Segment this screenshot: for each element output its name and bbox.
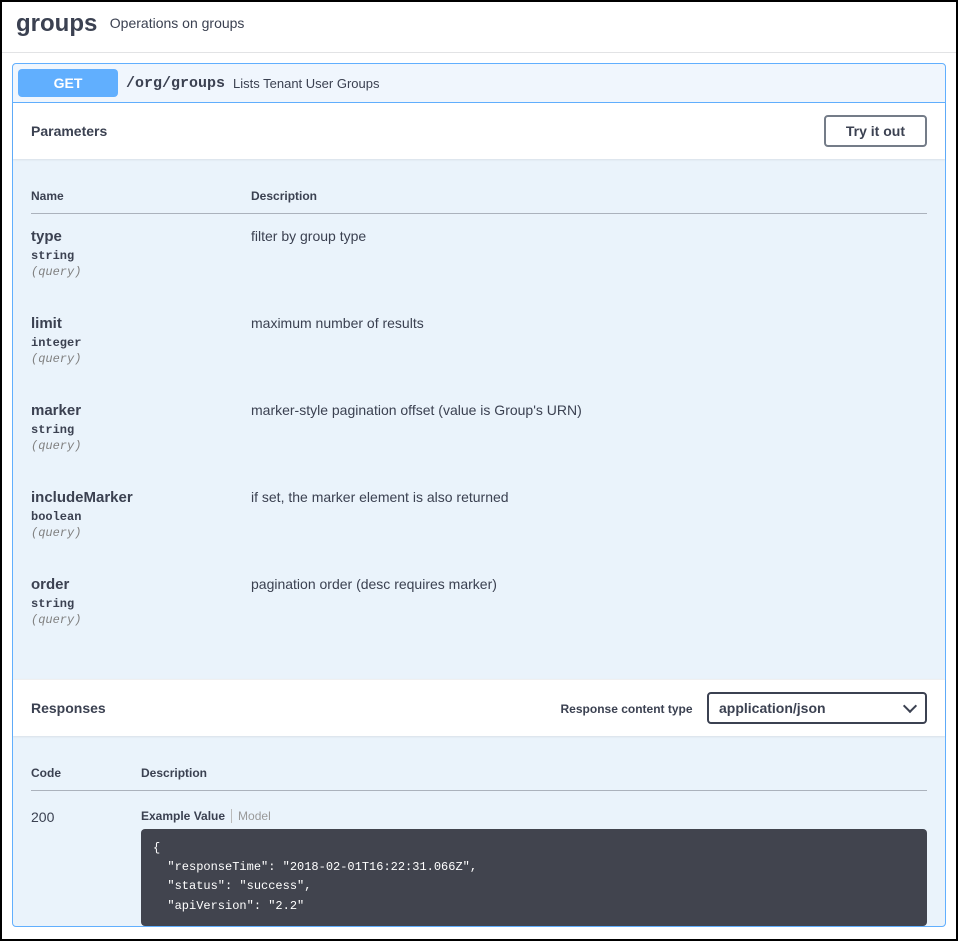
parameters-heading: Parameters [31, 123, 107, 139]
param-description: marker-style pagination offset (value is… [251, 388, 927, 475]
operation-summary: Lists Tenant User Groups [233, 76, 379, 91]
param-name: includeMarker [31, 489, 251, 506]
table-row: type string (query)filter by group type [31, 214, 927, 302]
param-in: (query) [31, 613, 251, 627]
param-type: boolean [31, 510, 251, 524]
param-in: (query) [31, 352, 251, 366]
param-in: (query) [31, 439, 251, 453]
param-name: type [31, 228, 251, 245]
operation-block: GET /org/groups Lists Tenant User Groups… [12, 63, 946, 927]
responses-table: Code Description 200Example ValueModel { … [31, 756, 927, 926]
tag-description: Operations on groups [110, 15, 245, 31]
responses-heading: Responses [31, 700, 106, 716]
param-name: limit [31, 315, 251, 332]
param-type: string [31, 597, 251, 611]
tag-header[interactable]: groups Operations on groups [2, 2, 956, 53]
table-row: 200Example ValueModel { "responseTime": "… [31, 791, 927, 926]
example-value-code: { "responseTime": "2018-02-01T16:22:31.0… [141, 829, 927, 926]
col-name: Name [31, 179, 251, 214]
operation-summary-row[interactable]: GET /org/groups Lists Tenant User Groups [13, 64, 945, 103]
table-row: marker string (query)marker-style paginati… [31, 388, 927, 475]
col-code: Code [31, 756, 141, 791]
param-type: integer [31, 336, 251, 350]
param-description: pagination order (desc requires marker) [251, 562, 927, 649]
responses-header: Responses Response content type applicat… [13, 679, 945, 736]
table-row: limit integer (query)maximum number of res… [31, 301, 927, 388]
param-description: filter by group type [251, 214, 927, 302]
try-it-out-button[interactable]: Try it out [824, 115, 927, 147]
param-name: order [31, 576, 251, 593]
param-name: marker [31, 402, 251, 419]
response-code: 200 [31, 791, 141, 926]
parameters-header: Parameters Try it out [13, 103, 945, 159]
response-description-cell: Example ValueModel { "responseTime": "201… [141, 791, 927, 926]
table-row: order string (query)pagination order (desc… [31, 562, 927, 649]
param-in: (query) [31, 526, 251, 540]
operation-path: /org/groups [126, 75, 225, 92]
response-content-type-label: Response content type [561, 702, 693, 716]
tab-model[interactable]: Model [231, 809, 277, 823]
param-type: string [31, 423, 251, 437]
response-content-type-select[interactable]: application/json [707, 692, 927, 724]
param-in: (query) [31, 265, 251, 279]
param-description: if set, the marker element is also retur… [251, 475, 927, 562]
param-type: string [31, 249, 251, 263]
tag-name: groups [16, 10, 97, 37]
parameters-table: Name Description typestring(query)filter… [31, 179, 927, 649]
col-resp-description: Description [141, 756, 927, 791]
col-description: Description [251, 179, 927, 214]
table-row: includeMarker boolean (query)if set, the m… [31, 475, 927, 562]
http-method-badge: GET [18, 69, 118, 97]
param-description: maximum number of results [251, 301, 927, 388]
tab-example-value[interactable]: Example Value [141, 809, 231, 823]
